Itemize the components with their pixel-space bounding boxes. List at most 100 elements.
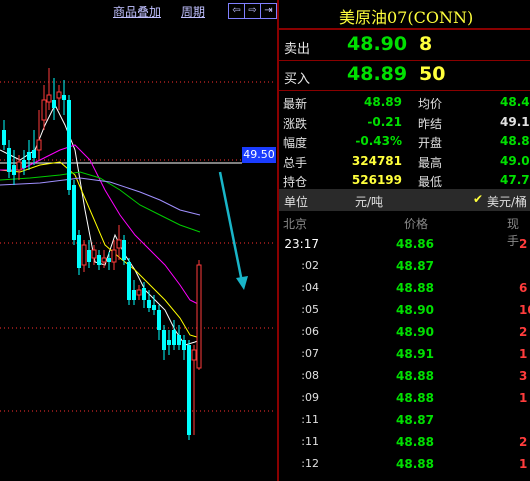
- candle-body: [52, 100, 56, 108]
- buy-row: 买入 48.89 50: [279, 60, 530, 92]
- contract-title: 美原油07(CONN): [339, 8, 474, 27]
- stat-label: 涨跌: [283, 116, 308, 131]
- candle-body: [46, 94, 52, 103]
- ma-line-yellow: [0, 161, 201, 339]
- tick-price: 48.87: [396, 413, 434, 427]
- candles-group: [2, 68, 202, 440]
- tick-price: 48.88: [396, 435, 434, 449]
- tick-qty: 10: [519, 303, 530, 317]
- candle-body: [27, 152, 31, 160]
- stat-label: 最高: [418, 155, 443, 170]
- candle-body: [142, 288, 146, 300]
- candle-body: [32, 150, 36, 158]
- ma-line-white: [0, 103, 201, 346]
- stat-label: 均价: [418, 97, 443, 111]
- ma-line-violet: [0, 177, 201, 216]
- tick-row[interactable]: :11 48.88 2: [279, 431, 530, 453]
- period-button[interactable]: 周期: [181, 3, 205, 20]
- buy-label: 买入: [284, 72, 311, 87]
- stat-value: 324781: [351, 153, 402, 168]
- candle-body: [172, 330, 176, 345]
- tick-time: :11: [301, 435, 319, 448]
- tick-price: 48.86: [396, 237, 434, 251]
- candle-body: [116, 239, 122, 249]
- candle-body: [12, 165, 16, 175]
- price-marker-label: 49.50: [242, 147, 276, 163]
- stat-value: 48.4: [500, 95, 530, 109]
- candle-body: [41, 99, 47, 121]
- stat-label: 总手: [283, 155, 308, 170]
- contract-title-bar: 美原油07(CONN): [279, 0, 530, 30]
- trend-arrow: [218, 171, 244, 283]
- stats-row: 持仓 526199 最低 47.7: [279, 169, 530, 191]
- sell-row: 卖出 48.90 8: [279, 30, 530, 62]
- tick-row[interactable]: :09 48.88 1: [279, 387, 530, 409]
- candle-body: [167, 340, 171, 345]
- stat-value: 47.7: [500, 173, 530, 187]
- tick-qty: 1: [519, 347, 528, 361]
- tick-row[interactable]: :11 48.87: [279, 409, 530, 431]
- tick-row[interactable]: :07 48.91 1: [279, 343, 530, 365]
- tick-time: :09: [301, 391, 319, 404]
- tick-row[interactable]: :06 48.90 2: [279, 321, 530, 343]
- tick-row[interactable]: :08 48.88 3: [279, 365, 530, 387]
- ticks-header-price: 价格: [404, 217, 429, 231]
- unit-option-yuan[interactable]: 元/吨: [355, 193, 383, 210]
- tick-qty: 2: [519, 435, 528, 449]
- tick-qty: 2: [519, 237, 528, 251]
- tick-time: :08: [301, 369, 319, 382]
- tick-row[interactable]: :04 48.88 6: [279, 277, 530, 299]
- tick-qty: 3: [519, 369, 528, 383]
- tick-time: :06: [301, 325, 319, 338]
- tick-row[interactable]: :05 48.90 10: [279, 299, 530, 321]
- chart-canvas[interactable]: [0, 0, 278, 481]
- candle-body: [56, 91, 62, 99]
- stat-value: 49.0: [500, 153, 530, 168]
- sell-price: 48.90: [347, 33, 408, 55]
- stat-label: 昨结: [418, 116, 443, 131]
- tick-time: :04: [301, 281, 319, 294]
- tick-row[interactable]: :12 48.88 1: [279, 453, 530, 475]
- candle-body: [157, 310, 161, 330]
- stat-value: 48.8: [500, 134, 530, 148]
- sell-label: 卖出: [284, 42, 311, 57]
- tick-price: 48.87: [396, 259, 434, 273]
- candlestick-chart[interactable]: 商品叠加 周期 ⇦ ⇨ ⇥ 49.50: [0, 0, 278, 481]
- nav-left-button[interactable]: ⇦: [228, 3, 245, 19]
- candle-body: [97, 255, 101, 265]
- candle-body: [182, 340, 186, 350]
- overlay-button[interactable]: 商品叠加: [113, 3, 161, 20]
- tick-price: 48.88: [396, 457, 434, 471]
- tick-qty: 1: [519, 391, 528, 405]
- candle-body: [152, 305, 156, 310]
- candle-body: [191, 349, 197, 361]
- candle-body: [136, 289, 142, 296]
- stat-label: 最新: [283, 97, 308, 111]
- nav-end-button[interactable]: ⇥: [260, 3, 277, 19]
- tick-time: :02: [301, 259, 319, 272]
- chart-toolbar: 商品叠加 周期 ⇦ ⇨ ⇥: [0, 0, 278, 22]
- candle-body: [122, 240, 126, 260]
- unit-option-usd[interactable]: 美元/桶: [487, 193, 527, 210]
- candle-body: [187, 345, 191, 435]
- nav-right-button[interactable]: ⇨: [244, 3, 261, 19]
- check-icon: ✔: [473, 192, 484, 206]
- buy-price: 48.89: [347, 63, 408, 85]
- tick-qty: 1: [519, 457, 528, 471]
- trend-arrow-head: [236, 276, 248, 290]
- stat-value: 526199: [351, 173, 402, 187]
- candle-body: [177, 335, 181, 345]
- candle-body: [22, 160, 26, 168]
- tick-price: 48.88: [396, 281, 434, 295]
- candle-body: [111, 249, 117, 263]
- unit-bar: 单位 元/吨 ✔ 美元/桶: [279, 189, 530, 211]
- stat-value: 49.1: [500, 114, 530, 129]
- stat-value: -0.43%: [355, 134, 402, 148]
- tick-row[interactable]: :02 48.87: [279, 255, 530, 277]
- candle-body: [127, 262, 131, 300]
- tick-row[interactable]: 23:17 48.86 2: [279, 233, 530, 255]
- stat-label: 开盘: [418, 136, 443, 150]
- candle-body: [132, 290, 136, 300]
- candle-body: [77, 235, 81, 268]
- sell-volume: 8: [419, 33, 433, 55]
